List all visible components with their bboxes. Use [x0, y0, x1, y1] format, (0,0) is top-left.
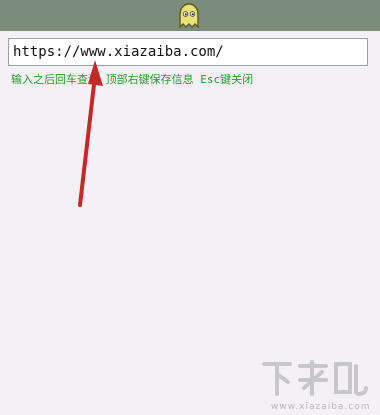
annotation-arrow [78, 60, 103, 207]
watermark-url: www.xiazaiba.com [271, 402, 371, 412]
watermark-logo [262, 360, 368, 396]
